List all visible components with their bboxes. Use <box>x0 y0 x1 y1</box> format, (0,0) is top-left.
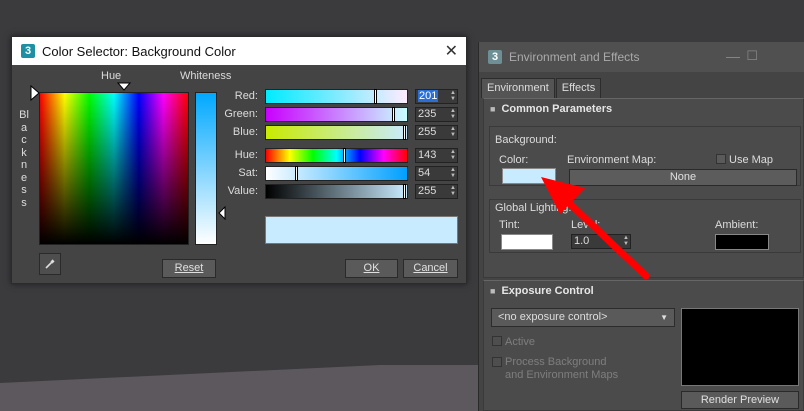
exposure-control-dropdown[interactable]: <no exposure control> ▼ <box>491 308 675 327</box>
channel-slider[interactable] <box>265 166 408 181</box>
channel-label: Hue: <box>234 149 258 161</box>
channel-label: Blue: <box>232 126 258 138</box>
channel-value-spinner[interactable]: 255 ▲ ▼ <box>415 184 458 199</box>
background-label: Background: <box>495 134 557 146</box>
channel-slider[interactable] <box>265 89 408 104</box>
channel-slider[interactable] <box>265 125 408 140</box>
tab-environment[interactable]: Environment <box>481 78 555 98</box>
slider-knob[interactable] <box>295 166 298 181</box>
global-lighting-label: Global Lighting: <box>495 202 572 214</box>
channel-label: Value: <box>227 185 258 197</box>
env-titlebar: 3 Environment and Effects — ☐ <box>479 42 804 72</box>
hue-blackness-spectrum[interactable] <box>39 92 189 245</box>
channel-value-spinner[interactable]: 143 ▲ ▼ <box>415 148 458 163</box>
environment-map-none-button[interactable]: None <box>569 169 797 186</box>
whiteness-level-pointer-icon[interactable] <box>217 205 227 221</box>
channel-label: Red: <box>234 90 258 102</box>
max-app-icon: 3 <box>488 50 502 64</box>
blackness-label: Blackness <box>19 109 29 209</box>
channel-slider[interactable] <box>265 148 408 163</box>
maximize-icon[interactable]: ☐ <box>746 48 758 64</box>
channel-slider[interactable] <box>265 107 408 122</box>
channel-label: Green: <box>224 108 258 120</box>
render-preview-button[interactable]: Render Preview <box>681 391 799 409</box>
common-parameters-rollout: ■ Common Parameters Background: Color: En… <box>483 98 804 278</box>
channel-value-spinner[interactable]: 54 ▲ ▼ <box>415 166 458 181</box>
environment-map-label: Environment Map: <box>567 154 657 166</box>
collapse-icon: ■ <box>490 286 496 296</box>
exposure-preview-area <box>681 308 799 386</box>
minimize-icon[interactable]: — <box>726 48 740 64</box>
channel-value-spinner[interactable]: 235 ▲ ▼ <box>415 107 458 122</box>
slider-knob[interactable] <box>374 89 377 104</box>
common-params-header[interactable]: ■ Common Parameters <box>490 99 612 119</box>
chevron-down-icon: ▼ <box>660 313 668 322</box>
tint-label: Tint: <box>499 219 520 231</box>
reset-button[interactable]: Reset <box>162 259 216 278</box>
channel-value-spinner[interactable]: 255 ▲ ▼ <box>415 125 458 140</box>
max-app-icon: 3 <box>21 44 35 58</box>
eyedropper-icon[interactable] <box>39 253 61 275</box>
level-label: Level: <box>571 219 601 231</box>
exposure-control-rollout: ■ Exposure Control <no exposure control> … <box>483 280 804 411</box>
use-map-label: Use Map <box>729 154 774 166</box>
process-background-checkbox[interactable]: Process Background and Environment Maps <box>492 356 618 382</box>
color-selector-dialog: 3 Color Selector: Background Color ✕ Hue… <box>11 36 467 284</box>
level-spinner[interactable]: 1.0 ▲ ▼ <box>571 234 631 249</box>
color-label: Color: <box>499 154 529 166</box>
channel-label: Sat: <box>238 167 258 179</box>
collapse-icon: ■ <box>490 104 496 114</box>
exposure-control-header[interactable]: ■ Exposure Control <box>490 281 594 301</box>
tint-color-swatch[interactable] <box>501 234 553 250</box>
slider-knob[interactable] <box>392 107 395 122</box>
slider-knob[interactable] <box>343 148 346 163</box>
cancel-button[interactable]: Cancel <box>403 259 458 278</box>
ambient-color-swatch[interactable] <box>715 234 769 250</box>
ambient-label: Ambient: <box>715 219 759 231</box>
channel-slider[interactable] <box>265 184 408 199</box>
environment-effects-window: 3 Environment and Effects — ☐ Environmen… <box>478 42 804 411</box>
env-title: Environment and Effects <box>509 50 640 64</box>
slider-knob[interactable] <box>403 125 406 140</box>
close-icon[interactable]: ✕ <box>445 41 458 61</box>
ok-button[interactable]: OK <box>345 259 398 278</box>
dialog-title: Color Selector: Background Color <box>42 43 236 59</box>
use-map-checkbox[interactable]: Use Map <box>716 154 773 166</box>
whiteness-label: Whiteness <box>180 70 232 82</box>
color-preview-swatch <box>265 216 458 244</box>
active-label: Active <box>505 336 535 348</box>
active-checkbox[interactable]: Active <box>492 336 535 348</box>
channel-value-spinner[interactable]: 201 ▲ ▼ <box>415 89 458 104</box>
background-color-swatch[interactable] <box>502 168 556 184</box>
tab-effects[interactable]: Effects <box>555 78 602 98</box>
whiteness-bar[interactable] <box>195 92 217 245</box>
dialog-titlebar: 3 Color Selector: Background Color ✕ <box>12 37 466 65</box>
slider-knob[interactable] <box>403 184 406 199</box>
